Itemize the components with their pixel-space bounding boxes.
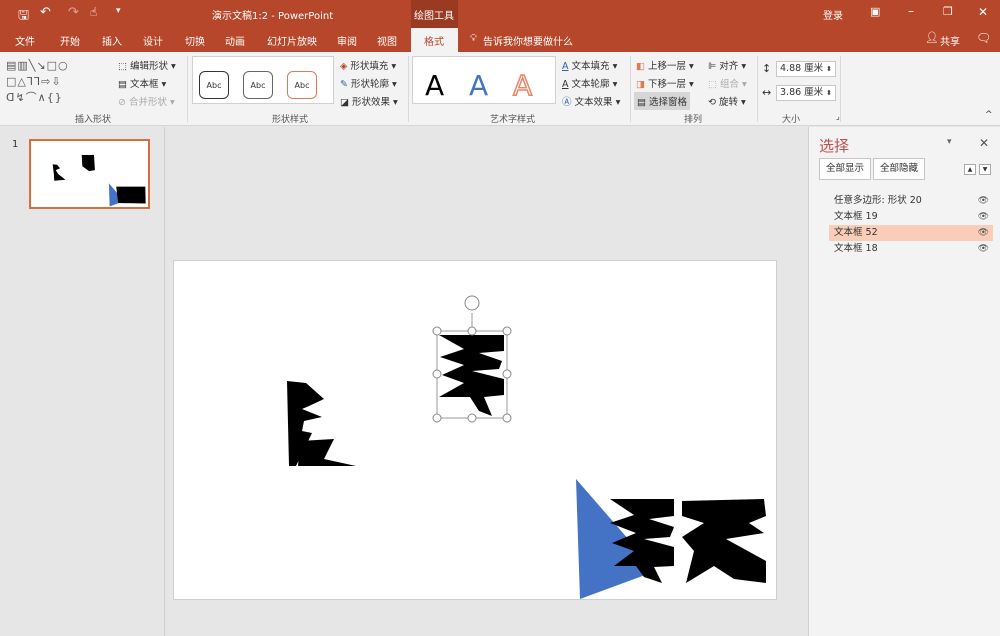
customize-qat-icon[interactable]: ▾ bbox=[116, 6, 121, 16]
shape-style-gallery[interactable]: Abc Abc Abc bbox=[192, 56, 334, 104]
selection-item[interactable]: 任意多边形: 形状 20 👁︎ bbox=[829, 193, 993, 209]
text-fill-button[interactable]: A 文本填充 ▾ bbox=[562, 58, 617, 72]
tab-file[interactable]: 文件 bbox=[15, 33, 35, 48]
window-title: 演示文稿1:2 - PowerPoint bbox=[212, 11, 334, 22]
tab-transitions[interactable]: 切换 bbox=[185, 33, 205, 48]
tab-animations[interactable]: 动画 bbox=[225, 33, 245, 48]
height-input[interactable]: 4.88 厘米 ⬍ bbox=[776, 61, 836, 77]
login-link[interactable]: 登录 bbox=[823, 7, 843, 22]
shape-style-1[interactable]: Abc bbox=[199, 71, 229, 99]
slide-content bbox=[287, 295, 766, 599]
slide-canvas[interactable] bbox=[173, 260, 777, 600]
title-bar: 🖫 ↶ ↷ ☝ ▾ 演示文稿1:2 - PowerPoint 绘图工具 登录 ▣… bbox=[0, 0, 1000, 28]
merge-shapes-button[interactable]: ⊘ 合并形状 ▾ bbox=[118, 94, 175, 108]
group-label-wordart: 艺术字样式 bbox=[490, 115, 536, 125]
selection-pane-title: 选择 bbox=[819, 137, 850, 155]
shape-style-3[interactable]: Abc bbox=[287, 71, 317, 99]
text-box-18-shards bbox=[287, 381, 356, 466]
tab-review[interactable]: 审阅 bbox=[337, 33, 357, 48]
pane-close-icon[interactable]: ✕ bbox=[979, 136, 989, 150]
shape-style-2[interactable]: Abc bbox=[243, 71, 273, 99]
thumbnail-pane: 1 bbox=[0, 127, 165, 636]
shape-outline-button[interactable]: ✎ 形状轮廓 ▾ bbox=[340, 76, 397, 90]
shape-fill-button[interactable]: ◈ 形状填充 ▾ bbox=[340, 58, 396, 72]
hide-all-button[interactable]: 全部隐藏 bbox=[873, 158, 925, 180]
context-tab-label: 绘图工具 bbox=[414, 11, 454, 22]
group-label-size: 大小 bbox=[782, 115, 801, 125]
visibility-eye-icon[interactable]: 👁︎ bbox=[978, 225, 989, 241]
wordart-gallery[interactable]: A A A bbox=[412, 56, 556, 104]
text-box-52-shards bbox=[439, 335, 504, 416]
group-label-arrange: 排列 bbox=[684, 115, 703, 125]
group-label-shape-styles: 形状样式 bbox=[272, 115, 309, 125]
width-icon: ↔ bbox=[762, 86, 772, 99]
collapse-ribbon-icon[interactable]: ^ bbox=[985, 110, 993, 120]
rotate-button[interactable]: ⟲ 旋转 ▾ bbox=[708, 94, 746, 108]
shape-effects-button[interactable]: ◪ 形状效果 ▾ bbox=[340, 94, 398, 108]
undo-icon[interactable]: ↶ bbox=[40, 5, 51, 20]
text-outline-button[interactable]: A 文本轮廓 ▾ bbox=[562, 76, 617, 90]
selection-pane: 选择 ▾ ✕ 全部显示 全部隐藏 ▲ ▼ 任意多边形: 形状 20 👁︎ 文本框 … bbox=[808, 127, 1000, 636]
ribbon-tabs: 文件 开始 插入 设计 切换 动画 幻灯片放映 审阅 视图 格式 💡︎ 告诉我你… bbox=[0, 28, 1000, 52]
tab-insert[interactable]: 插入 bbox=[102, 33, 122, 48]
restore-icon[interactable]: ❐ bbox=[943, 5, 953, 18]
slide-thumbnail[interactable] bbox=[29, 139, 150, 209]
ribbon: ▤▥╲↘□○ □△⅂⅂⇨⇩ ᗡ↯⌒∧{} ⬚ 编辑形状 ▾ ▤ 文本框 ▾ ⊘ 合并… bbox=[0, 52, 1000, 126]
rotate-handle bbox=[464, 295, 480, 311]
tell-me-input[interactable]: 告诉我你想要做什么 bbox=[483, 33, 573, 48]
send-backward-icon[interactable]: ▼ bbox=[979, 164, 991, 175]
bring-forward-button[interactable]: ◧ 上移一层 ▾ bbox=[636, 58, 694, 72]
visibility-eye-icon[interactable]: 👁︎ bbox=[978, 209, 989, 225]
selection-item[interactable]: 文本框 18 👁︎ bbox=[829, 241, 993, 257]
selection-item-selected[interactable]: 文本框 52 👁︎ bbox=[829, 225, 993, 241]
user-icon: 👤︎ bbox=[925, 31, 939, 44]
show-all-button[interactable]: 全部显示 bbox=[819, 158, 871, 180]
visibility-eye-icon[interactable]: 👁︎ bbox=[978, 193, 989, 209]
lightbulb-icon: 💡︎ bbox=[470, 33, 477, 44]
text-box-button[interactable]: ▤ 文本框 ▾ bbox=[118, 76, 166, 90]
save-icon[interactable]: 🖫 bbox=[18, 6, 29, 28]
edit-shape-button[interactable]: ⬚ 编辑形状 ▾ bbox=[118, 58, 176, 72]
group-button[interactable]: ⬚ 组合 ▾ bbox=[708, 76, 747, 90]
wordart-style-3[interactable]: A bbox=[512, 68, 533, 103]
text-effects-button[interactable]: Ⓐ 文本效果 ▾ bbox=[562, 94, 620, 108]
pane-options-icon[interactable]: ▾ bbox=[947, 137, 952, 147]
visibility-eye-icon[interactable]: 👁︎ bbox=[978, 241, 989, 257]
minimize-icon[interactable]: – bbox=[908, 4, 914, 18]
tab-home[interactable]: 开始 bbox=[60, 33, 80, 48]
wordart-style-2[interactable]: A bbox=[469, 69, 488, 102]
slide-number: 1 bbox=[12, 139, 19, 150]
tab-view[interactable]: 视图 bbox=[377, 33, 397, 48]
tab-design[interactable]: 设计 bbox=[143, 33, 163, 48]
send-backward-button[interactable]: ◨ 下移一层 ▾ bbox=[636, 76, 694, 90]
tab-format[interactable]: 格式 bbox=[424, 33, 444, 48]
thumbnail-preview bbox=[52, 155, 146, 207]
comment-icon[interactable]: 🗨︎ bbox=[976, 31, 991, 45]
ribbon-display-icon[interactable]: ▣ bbox=[870, 5, 880, 18]
tab-slideshow[interactable]: 幻灯片放映 bbox=[267, 33, 317, 48]
close-icon[interactable]: ✕ bbox=[978, 5, 988, 19]
height-icon: ↕ bbox=[762, 62, 772, 75]
align-button[interactable]: ⊫ 对齐 ▾ bbox=[708, 58, 746, 72]
bring-forward-icon[interactable]: ▲ bbox=[964, 164, 976, 175]
share-button[interactable]: 共享 bbox=[940, 33, 960, 48]
group-label-insert-shapes: 插入形状 bbox=[75, 115, 112, 125]
redo-icon[interactable]: ↷ bbox=[68, 5, 79, 20]
selection-item[interactable]: 文本框 19 👁︎ bbox=[829, 209, 993, 225]
shape-gallery[interactable]: ▤▥╲↘□○ □△⅂⅂⇨⇩ ᗡ↯⌒∧{} bbox=[6, 58, 98, 106]
selection-pane-button[interactable]: ▤ 选择窗格 bbox=[634, 92, 691, 110]
touch-mode-icon[interactable]: ☝ bbox=[90, 5, 97, 19]
wordart-style-1[interactable]: A bbox=[425, 69, 444, 102]
width-input[interactable]: 3.86 厘米 ⬍ bbox=[776, 85, 836, 101]
